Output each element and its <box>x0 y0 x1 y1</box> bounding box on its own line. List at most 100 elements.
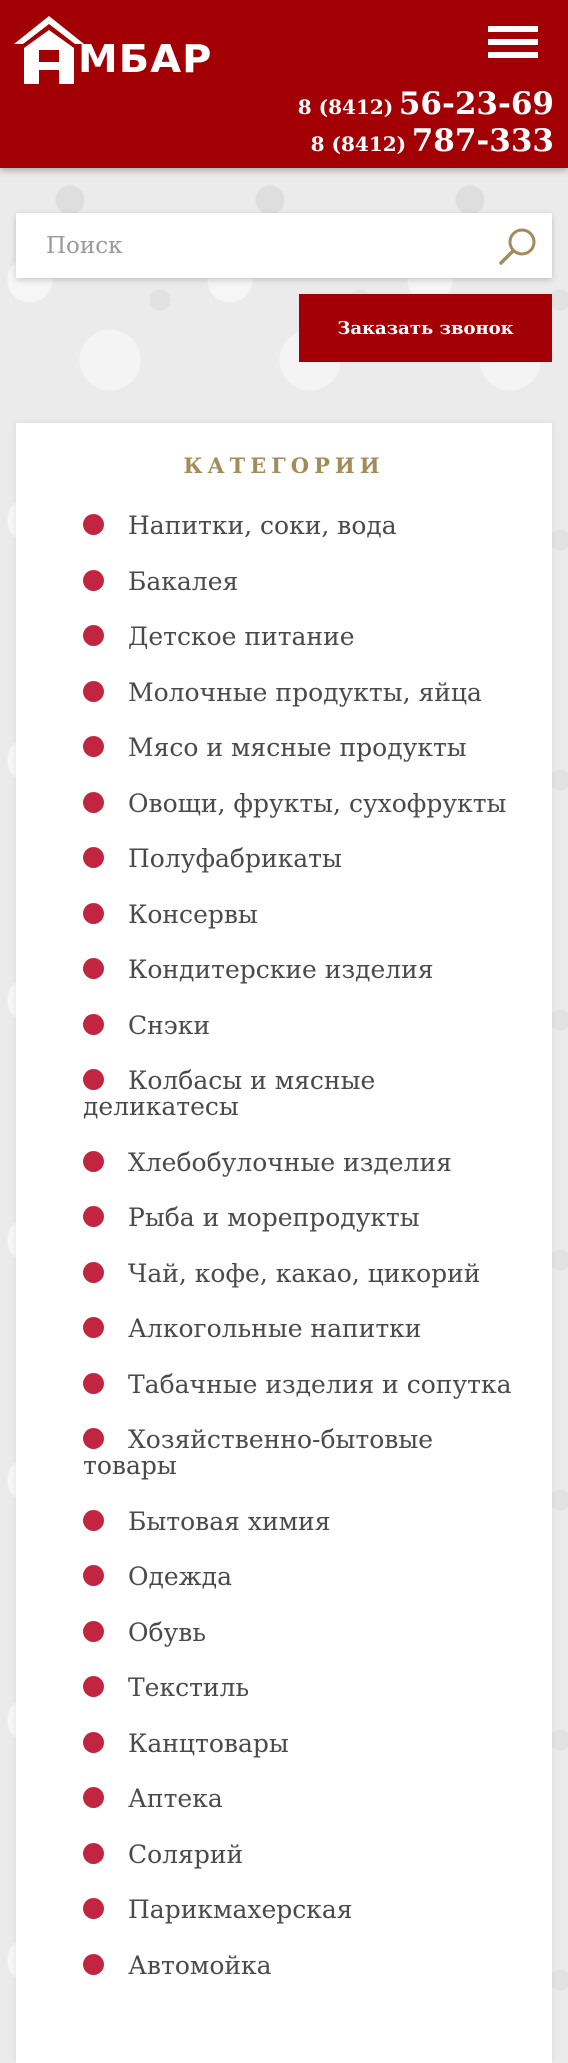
hamburger-icon-bar <box>488 39 538 45</box>
site-header: МБАР 8 (8412) 56-23-69 8 (8412) 787-333 <box>0 0 568 168</box>
category-label: Рыба и морепродукты <box>128 1203 420 1232</box>
bullet-icon <box>83 1731 104 1753</box>
phone-code: 8 (8412) <box>310 132 407 156</box>
category-item[interactable]: Снэки <box>83 1010 513 1040</box>
bullet-icon <box>83 902 104 924</box>
bullet-icon <box>83 569 104 591</box>
bullet-icon <box>83 1206 104 1227</box>
bullet-icon <box>83 1372 104 1394</box>
category-label: Автомойка <box>128 1950 272 1980</box>
bullet-icon <box>83 1676 104 1697</box>
category-label: Мясо и мясные продукты <box>128 733 467 762</box>
order-call-button[interactable]: Заказать звонок <box>299 294 552 362</box>
category-label: Аптека <box>128 1784 223 1813</box>
category-item[interactable]: Полуфабрикаты <box>83 846 513 872</box>
category-item[interactable]: Кондитерские изделия <box>83 957 513 983</box>
bullet-icon <box>83 1150 104 1172</box>
category-label: Полуфабрикаты <box>128 844 342 873</box>
categories-panel: КАТЕГОРИИ Напитки, соки, вода Бакалея Де… <box>16 423 552 2063</box>
category-item[interactable]: Колбасы и мясные деликатесы <box>83 1068 513 1120</box>
category-item[interactable]: Напитки, соки, вода <box>83 513 513 539</box>
category-item[interactable]: Автомойка <box>83 1950 513 1980</box>
category-item[interactable]: Рыба и морепродукты <box>83 1205 513 1231</box>
category-label: Текстиль <box>128 1673 250 1702</box>
category-item[interactable]: Обувь <box>83 1617 513 1647</box>
category-list: Напитки, соки, вода Бакалея Детское пита… <box>83 513 513 2008</box>
category-item[interactable]: Мясо и мясные продукты <box>83 735 513 761</box>
category-label: Обувь <box>128 1617 206 1647</box>
category-item[interactable]: Хлебобулочные изделия <box>83 1147 513 1177</box>
hamburger-icon-bar <box>488 26 538 32</box>
phone-link-2[interactable]: 8 (8412) 787-333 <box>298 125 554 162</box>
bullet-icon <box>83 1787 104 1808</box>
category-item[interactable]: Алкогольные напитки <box>83 1316 513 1342</box>
category-label: Детское питание <box>128 622 355 651</box>
bullet-icon <box>83 1898 104 1919</box>
category-label: Алкогольные напитки <box>128 1314 422 1343</box>
search-input[interactable] <box>16 213 486 278</box>
bullet-icon <box>83 1013 104 1035</box>
phone-block: 8 (8412) 56-23-69 8 (8412) 787-333 <box>298 88 554 162</box>
bullet-icon <box>83 1953 104 1975</box>
bullet-icon <box>83 514 104 535</box>
category-label: Парикмахерская <box>128 1895 353 1924</box>
phone-number: 787-333 <box>411 123 554 159</box>
menu-button[interactable] <box>488 24 538 60</box>
category-label: Молочные продукты, яйца <box>128 677 482 707</box>
search-icon[interactable] <box>496 225 540 269</box>
hamburger-icon-bar <box>488 52 538 58</box>
phone-code: 8 (8412) <box>297 95 394 119</box>
phone-number: 56-23-69 <box>398 86 554 122</box>
category-label: Снэки <box>128 1010 211 1040</box>
category-item[interactable]: Одежда <box>83 1564 513 1590</box>
logo[interactable]: МБАР <box>14 14 211 86</box>
category-label: Солярий <box>128 1839 244 1869</box>
category-item[interactable]: Хозяйственно-бытовые товары <box>83 1427 513 1479</box>
bullet-icon <box>83 1842 104 1864</box>
logo-text: МБАР <box>78 37 213 81</box>
category-item[interactable]: Текстиль <box>83 1675 513 1701</box>
category-item[interactable]: Овощи, фрукты, сухофрукты <box>83 788 513 818</box>
bullet-icon <box>83 847 104 868</box>
category-label: Бытовая химия <box>128 1506 331 1536</box>
category-item[interactable]: Бакалея <box>83 566 513 596</box>
bullet-icon <box>83 1565 104 1586</box>
bullet-icon <box>83 958 104 979</box>
category-item[interactable]: Молочные продукты, яйца <box>83 677 513 707</box>
category-label: Канцтовары <box>128 1728 289 1758</box>
bullet-icon <box>83 736 104 757</box>
bullet-icon <box>83 1620 104 1642</box>
bullet-icon <box>83 625 104 646</box>
category-item[interactable]: Солярий <box>83 1839 513 1869</box>
house-logo-icon <box>14 16 84 84</box>
category-label: Чай, кофе, какао, цикорий <box>128 1258 481 1288</box>
bullet-icon <box>83 1317 104 1338</box>
bullet-icon <box>83 680 104 702</box>
category-item[interactable]: Бытовая химия <box>83 1506 513 1536</box>
search-box <box>16 213 552 278</box>
category-label: Колбасы и мясные деликатесы <box>83 1066 376 1121</box>
category-label: Овощи, фрукты, сухофрукты <box>128 788 507 818</box>
category-label: Консервы <box>128 899 258 929</box>
category-item[interactable]: Аптека <box>83 1786 513 1812</box>
category-item[interactable]: Табачные изделия и сопутка <box>83 1369 513 1399</box>
category-label: Хлебобулочные изделия <box>128 1147 452 1177</box>
categories-title: КАТЕГОРИИ <box>183 453 385 478</box>
bullet-icon <box>83 1428 104 1449</box>
category-label: Напитки, соки, вода <box>128 511 397 540</box>
category-label: Табачные изделия и сопутка <box>128 1369 512 1399</box>
bullet-icon <box>83 1069 104 1090</box>
category-label: Кондитерские изделия <box>128 955 434 984</box>
bullet-icon <box>83 791 104 813</box>
category-item[interactable]: Парикмахерская <box>83 1897 513 1923</box>
category-label: Одежда <box>128 1562 232 1591</box>
bullet-icon <box>83 1509 104 1531</box>
category-item[interactable]: Детское питание <box>83 624 513 650</box>
phone-link-1[interactable]: 8 (8412) 56-23-69 <box>298 88 554 125</box>
category-item[interactable]: Чай, кофе, какао, цикорий <box>83 1258 513 1288</box>
category-label: Хозяйственно-бытовые товары <box>83 1425 434 1480</box>
category-label: Бакалея <box>128 566 239 596</box>
bullet-icon <box>83 1261 104 1283</box>
category-item[interactable]: Консервы <box>83 899 513 929</box>
category-item[interactable]: Канцтовары <box>83 1728 513 1758</box>
